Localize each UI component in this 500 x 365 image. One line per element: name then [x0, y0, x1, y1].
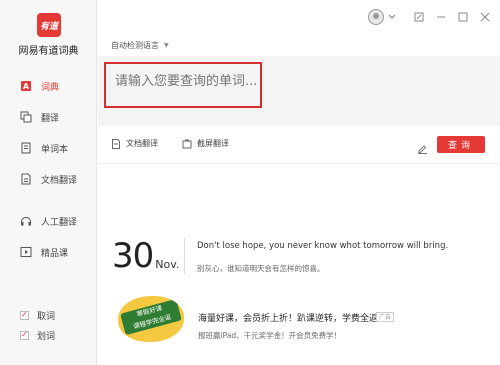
translate-tools: 文档翻译 截屏翻译 — [111, 138, 253, 149]
query-button[interactable]: 查询 — [437, 136, 485, 153]
ad-tag: 广告 — [376, 312, 395, 322]
language-label: 自动检测语言 — [111, 41, 159, 50]
sidebar-item-label: 文档翻译 — [41, 175, 78, 186]
avatar[interactable] — [368, 9, 384, 25]
tool-label: 文档翻译 — [126, 139, 158, 148]
document-icon — [20, 173, 32, 185]
sidebar-item-dictionary[interactable]: A 词典 — [0, 72, 97, 100]
chevron-down-icon[interactable] — [386, 6, 398, 28]
pin-icon[interactable] — [408, 6, 430, 28]
sidebar-item-label: 精品课 — [41, 248, 69, 259]
sidebar-item-label: 人工翻译 — [41, 217, 78, 228]
sidebar-item-label: 单词本 — [41, 144, 69, 155]
ad-image-band: 寒假好课 课程学完全返 — [120, 298, 182, 336]
sidebar-item-wordbook[interactable]: 单词本 — [0, 134, 97, 162]
edit-icon[interactable] — [417, 139, 428, 158]
course-icon — [20, 246, 32, 258]
sidebar-item-label: 翻译 — [41, 113, 60, 124]
language-selector[interactable]: 自动检测语言 ▼ — [111, 40, 169, 51]
check-label: 取词 — [37, 311, 56, 322]
date-day: 30 — [112, 236, 154, 276]
ad-image[interactable]: 寒假好课 课程学完全返 — [118, 296, 184, 342]
checkbox-checked-icon[interactable]: ✓ — [20, 330, 29, 340]
search-box[interactable] — [104, 62, 262, 108]
capture-options: ✓ 取词 ✓ 划词 — [0, 305, 97, 345]
sidebar-item-label: 词典 — [41, 82, 60, 93]
tool-label: 截屏翻译 — [197, 139, 229, 148]
divider — [98, 163, 500, 164]
screenshot-translate-icon — [182, 139, 192, 149]
maximize-icon[interactable] — [452, 6, 474, 28]
quote-separator — [184, 238, 185, 274]
sidebar-item-course[interactable]: 精品课 — [0, 238, 97, 266]
search-input[interactable] — [115, 74, 260, 89]
app-logo: 有道 — [37, 13, 61, 37]
sidebar-item-translate[interactable]: 翻译 — [0, 103, 97, 131]
close-icon[interactable] — [474, 6, 496, 28]
sidebar-item-human-translate[interactable]: 人工翻译 — [0, 207, 97, 235]
sidebar: 有道 网易有道词典 A 词典 翻译 单词本 文档翻译 人工翻译 精品课 ✓ 取词… — [0, 0, 97, 365]
check-label: 划词 — [37, 331, 56, 342]
triangle-down-icon: ▼ — [164, 42, 169, 49]
window-controls — [368, 6, 500, 28]
sidebar-item-document[interactable]: 文档翻译 — [0, 165, 97, 193]
dictionary-icon: A — [20, 80, 32, 92]
date-month: Nov. — [155, 258, 180, 271]
quote-english[interactable]: Don't lose hope, you never know whot tom… — [197, 241, 448, 251]
app-name: 网易有道词典 — [18, 46, 79, 57]
daily-date: 30 Nov. — [112, 238, 179, 274]
ad-subtitle[interactable]: 报班赢iPad、千元奖学金！开会员免费学！ — [198, 330, 341, 341]
check-select-word[interactable]: ✓ 划词 — [0, 325, 97, 345]
translate-icon — [20, 111, 32, 123]
checkbox-checked-icon[interactable]: ✓ — [20, 310, 29, 320]
ad-title[interactable]: 海量好课，会员折上折！趴课逆转，学费全返 — [198, 311, 378, 324]
sidebar-nav: A 词典 翻译 单词本 文档翻译 人工翻译 精品课 — [0, 72, 97, 266]
check-capture-word[interactable]: ✓ 取词 — [0, 305, 97, 325]
human-translate-icon — [20, 215, 32, 227]
doc-translate-icon — [111, 138, 121, 149]
doc-translate-button[interactable]: 文档翻译 — [111, 138, 158, 149]
wordbook-icon — [20, 142, 32, 154]
svg-text:A: A — [23, 82, 30, 91]
screenshot-translate-button[interactable]: 截屏翻译 — [182, 138, 229, 149]
minimize-icon[interactable] — [430, 6, 452, 28]
quote-chinese: 别灰心，谁知道明天会有怎样的惊喜。 — [197, 264, 325, 273]
